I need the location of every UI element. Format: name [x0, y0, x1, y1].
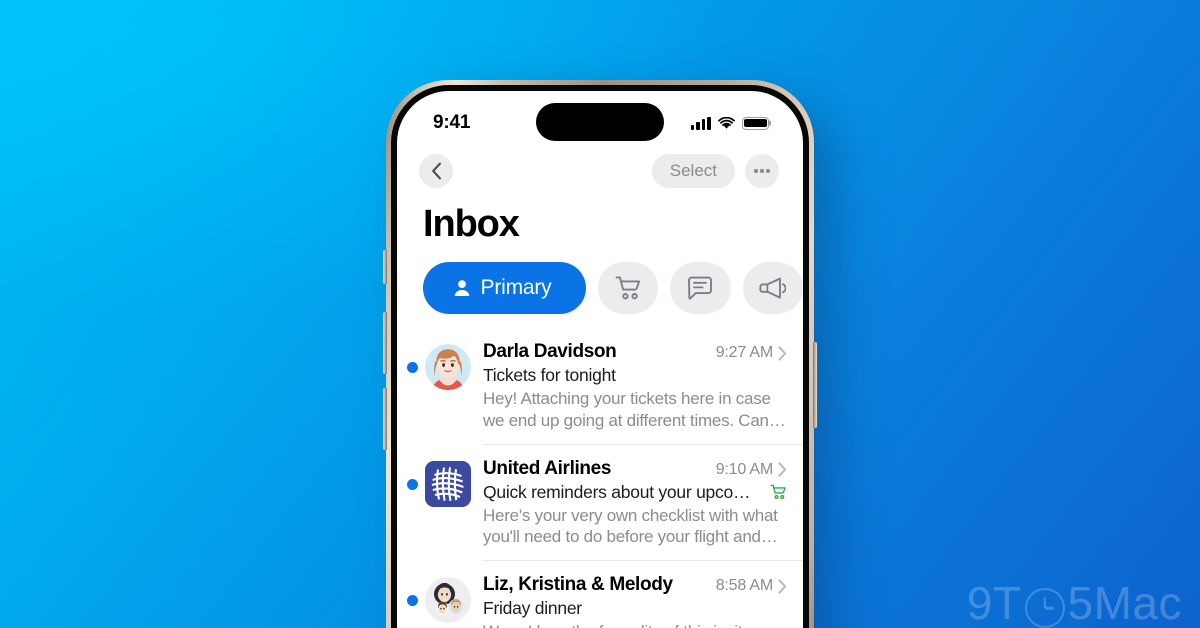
avatar-memoji-woman	[425, 344, 471, 390]
phone-bezel: 9:41 Select Inbox Primary Darla Davidson…	[391, 85, 809, 628]
iphone-device: 9:41 Select Inbox Primary Darla Davidson…	[383, 80, 817, 628]
megaphone-icon	[759, 277, 787, 299]
email-header-row: Darla Davidson 9:27 AM	[483, 341, 787, 363]
avatar-united-logo	[425, 460, 471, 507]
email-list: Darla Davidson 9:27 AM Tickets for tonig…	[397, 328, 803, 628]
email-subject: Tickets for tonight	[483, 365, 616, 385]
email-list-item[interactable]: Darla Davidson 9:27 AM Tickets for tonig…	[397, 328, 803, 445]
chevron-right-icon	[778, 462, 787, 477]
email-meta: 8:58 AM	[716, 577, 787, 595]
person-icon	[454, 280, 469, 296]
chevron-right-icon	[778, 578, 787, 594]
avatar-memoji-group	[425, 577, 471, 623]
email-subject-row: Tickets for tonight	[483, 365, 787, 386]
email-preview: Wow, I love the formality of this invite…	[483, 621, 787, 628]
email-subject: Friday dinner	[483, 598, 582, 618]
power-button[interactable]	[813, 342, 817, 428]
email-preview: Here's your very own checklist with what…	[483, 505, 778, 547]
email-content: Liz, Kristina & Melody 8:58 AM Friday di…	[483, 561, 803, 628]
email-content: United Airlines 9:10 AM Quick reminders …	[483, 445, 803, 561]
ellipsis-icon	[754, 169, 770, 173]
email-preview: Hey! Attaching your tickets here in case…	[483, 389, 777, 430]
email-sender: Liz, Kristina & Melody	[483, 574, 673, 595]
status-bar-indicators	[690, 116, 769, 130]
email-subject-row: Friday dinner	[483, 598, 787, 619]
status-bar-time: 9:41	[433, 112, 471, 133]
email-time: 9:27 AM	[715, 344, 774, 361]
watermark-9to5mac: 9T 5Mac	[966, 577, 1182, 628]
more-options-button[interactable]	[745, 154, 779, 188]
chat-bubble-icon	[688, 276, 713, 299]
unread-indicator	[407, 595, 418, 606]
email-subject: Quick reminders about your upcoming…	[483, 481, 763, 502]
filter-chip-row: Primary	[397, 246, 803, 314]
email-header-row: United Airlines 9:10 AM	[483, 458, 787, 480]
volume-up-button[interactable]	[383, 312, 387, 374]
chevron-right-icon	[778, 345, 787, 361]
email-subject-row: Quick reminders about your upcoming…	[483, 482, 787, 503]
dynamic-island	[536, 103, 664, 141]
wifi-icon	[718, 116, 735, 129]
email-sender: Darla Davidson	[483, 341, 617, 362]
shopping-cart-icon	[770, 484, 786, 500]
watermark-text-before: 9T	[966, 577, 1022, 628]
status-bar: 9:41	[397, 91, 803, 145]
shopping-cart-icon	[615, 276, 640, 300]
action-button[interactable]	[383, 250, 387, 284]
filter-chip-primary[interactable]: Primary	[423, 262, 586, 314]
navigation-actions: Select	[651, 154, 779, 188]
email-list-item[interactable]: Liz, Kristina & Melody 8:58 AM Friday di…	[397, 561, 803, 628]
navigation-bar: Select	[397, 145, 803, 191]
select-button[interactable]: Select	[651, 154, 735, 188]
unread-indicator	[407, 362, 418, 373]
filter-chip-primary-label: Primary	[480, 276, 552, 299]
volume-down-button[interactable]	[383, 388, 387, 450]
filter-chip-promotions[interactable]	[742, 262, 803, 314]
watermark-text-after: 5Mac	[1067, 577, 1182, 628]
email-time: 8:58 AM	[715, 577, 774, 594]
email-meta: 9:27 AM	[716, 344, 787, 362]
clock-icon	[1024, 588, 1065, 628]
filter-chip-updates[interactable]	[670, 262, 731, 314]
unread-indicator	[407, 478, 418, 490]
filter-chip-transactions[interactable]	[598, 262, 659, 314]
phone-screen: 9:41 Select Inbox Primary Darla Davidson…	[397, 91, 803, 628]
screenshot-canvas: 9T 5Mac 9:41 Select Inbox Primary Darla …	[0, 0, 1200, 628]
email-time: 9:10 AM	[715, 460, 774, 478]
battery-icon	[742, 116, 769, 130]
cellular-bars-icon	[690, 116, 711, 130]
email-header-row: Liz, Kristina & Melody 8:58 AM	[483, 574, 787, 596]
email-list-item[interactable]: United Airlines 9:10 AM Quick reminders …	[397, 445, 803, 561]
chevron-left-icon	[431, 162, 441, 180]
email-content: Darla Davidson 9:27 AM Tickets for tonig…	[483, 328, 803, 445]
page-title: Inbox	[423, 203, 520, 245]
back-button[interactable]	[419, 154, 453, 188]
email-sender: United Airlines	[483, 457, 612, 479]
email-meta: 9:10 AM	[716, 461, 787, 479]
